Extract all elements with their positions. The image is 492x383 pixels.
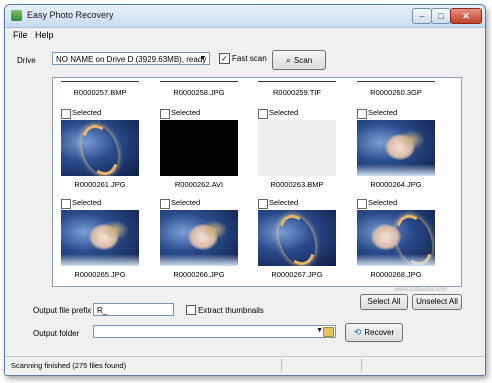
file-name: R0000264.JPG	[370, 180, 422, 189]
file-name: R0000268.JPG	[370, 270, 422, 279]
title-bar: Easy Photo Recovery – □ ✕	[5, 5, 485, 28]
thumbnail-image[interactable]	[258, 210, 336, 266]
select-checkbox[interactable]	[258, 199, 268, 209]
thumbnail-cell[interactable]: Selected R0000262.AVI	[160, 108, 248, 199]
app-window: Easy Photo Recovery – □ ✕ File Help Driv…	[4, 4, 486, 376]
selected-label: Selected	[171, 198, 201, 207]
file-name: R0000260.3GP	[370, 88, 422, 97]
status-divider	[361, 359, 362, 372]
select-checkbox[interactable]	[61, 199, 71, 209]
chevron-down-icon[interactable]: ▼	[316, 327, 323, 334]
selected-label: Selected	[269, 108, 299, 117]
select-checkbox[interactable]	[357, 199, 367, 209]
watermark: www.softpedia.com	[395, 287, 447, 293]
status-text: Scanning finished (275 files found)	[11, 361, 127, 370]
select-checkbox[interactable]	[357, 109, 367, 119]
selected-label: Selected	[368, 108, 398, 117]
selected-label: Selected	[72, 198, 102, 207]
fast-scan-label: Fast scan	[232, 54, 267, 63]
drive-label: Drive	[17, 56, 36, 65]
thumbnail-cell[interactable]: Selected R0000264.JPG	[357, 108, 445, 199]
output-prefix-input[interactable]: R_	[93, 303, 174, 316]
file-name: R0000262.AVI	[174, 180, 224, 189]
extract-thumbnails-label: Extract thumbnails	[198, 306, 264, 315]
thumb-edge	[61, 81, 139, 82]
folder-icon[interactable]	[323, 327, 334, 337]
extract-thumbnails-checkbox[interactable]	[186, 305, 196, 315]
thumbnail-image[interactable]	[258, 120, 336, 176]
selected-label: Selected	[72, 108, 102, 117]
thumbnail-cell[interactable]: Selected R0000267.JPG	[258, 198, 346, 286]
recover-button-label: Recover	[364, 328, 395, 337]
thumbnail-cell[interactable]: Selected R0000261.JPG	[61, 108, 149, 199]
magnifier-icon: ⌕	[285, 55, 291, 65]
thumbnail-image[interactable]	[160, 210, 238, 266]
file-name: R0000258.JPG	[173, 88, 225, 97]
file-name: R0000267.JPG	[271, 270, 323, 279]
thumbnail-cell[interactable]: Selected R0000263.BMP	[258, 108, 346, 199]
select-checkbox[interactable]	[61, 109, 71, 119]
app-icon	[11, 10, 22, 21]
thumb-edge	[160, 81, 238, 82]
maximize-button[interactable]: □	[431, 8, 451, 24]
thumbnail-image[interactable]	[357, 210, 435, 266]
menu-help[interactable]: Help	[35, 30, 54, 40]
file-name: R0000257.BMP	[73, 88, 127, 97]
output-folder-label: Output folder	[33, 329, 80, 338]
chevron-down-icon: ▼	[199, 55, 207, 62]
minimize-button[interactable]: –	[412, 8, 432, 24]
select-checkbox[interactable]	[258, 109, 268, 119]
status-divider	[281, 359, 282, 372]
thumb-edge	[258, 81, 336, 82]
thumb-edge	[357, 81, 435, 82]
unselect-all-button[interactable]: Unselect All	[412, 294, 462, 310]
output-folder-input[interactable]: ▼	[93, 325, 336, 338]
drive-select-value: NO NAME on Drive D (3929.63MB), ready	[56, 55, 207, 64]
file-name: R0000265.JPG	[74, 270, 126, 279]
selected-label: Selected	[368, 198, 398, 207]
status-bar: Scanning finished (275 files found)	[5, 356, 485, 375]
file-name: R0000266.JPG	[173, 270, 225, 279]
thumbnail-cell[interactable]: Selected R0000268.JPG	[357, 198, 445, 286]
select-checkbox[interactable]	[160, 109, 170, 119]
scan-button-label: Scan	[293, 56, 313, 65]
select-all-button[interactable]: Select All	[360, 294, 408, 310]
thumbnail-image[interactable]	[61, 210, 139, 266]
selected-label: Selected	[171, 108, 201, 117]
fast-scan-checkbox[interactable]: ✓	[219, 53, 230, 64]
select-checkbox[interactable]	[160, 199, 170, 209]
drive-select[interactable]: NO NAME on Drive D (3929.63MB), ready ▼	[52, 52, 210, 65]
thumbnail-grid[interactable]: R0000257.BMP R0000258.JPG R0000259.TIF R…	[52, 77, 462, 287]
thumbnail-cell[interactable]: Selected R0000266.JPG	[160, 198, 248, 286]
scan-button[interactable]: ⌕ Scan	[272, 50, 326, 70]
file-name: R0000259.TIF	[273, 88, 321, 97]
thumbnail-image[interactable]	[160, 120, 238, 176]
selected-label: Selected	[269, 198, 299, 207]
thumbnail-cell[interactable]: Selected R0000265.JPG	[61, 198, 149, 286]
recover-icon: ⟲	[353, 327, 362, 337]
window-title: Easy Photo Recovery	[27, 10, 114, 20]
thumbnail-image[interactable]	[61, 120, 139, 176]
file-name: R0000261.JPG	[74, 180, 126, 189]
file-name: R0000263.BMP	[270, 180, 324, 189]
menu-bar: File Help	[5, 28, 485, 42]
close-button[interactable]: ✕	[450, 8, 482, 24]
thumbnail-image[interactable]	[357, 120, 435, 176]
recover-button[interactable]: ⟲ Recover	[345, 323, 403, 342]
menu-file[interactable]: File	[13, 30, 28, 40]
output-prefix-label: Output file prefix	[33, 306, 92, 315]
